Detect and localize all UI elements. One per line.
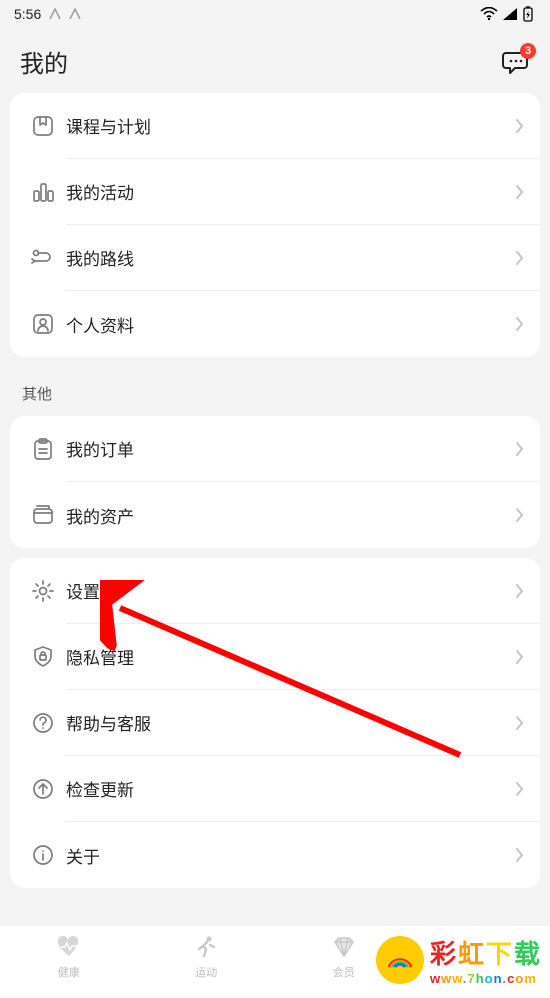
clipboard-icon <box>30 436 56 462</box>
page-header: 我的 3 <box>0 28 550 93</box>
menu-row-label: 我的路线 <box>66 245 134 270</box>
status-bar: 5:56 <box>0 0 550 28</box>
chevron-right-icon <box>515 583 524 599</box>
watermark-title: 彩虹下载 <box>430 934 542 971</box>
signal-icon <box>502 7 518 21</box>
lock-shield-icon <box>30 644 56 670</box>
status-app-icon <box>69 8 81 20</box>
menu-row-routes[interactable]: 我的路线 <box>10 225 540 291</box>
menu-row-label: 帮助与客服 <box>66 710 151 735</box>
menu-card-system: 设置 隐私管理 帮助与客服 检查更新 关于 <box>10 558 540 888</box>
menu-row-orders[interactable]: 我的订单 <box>10 416 540 482</box>
wallet-icon <box>30 502 56 528</box>
menu-row-help[interactable]: 帮助与客服 <box>10 690 540 756</box>
menu-row-about[interactable]: 关于 <box>10 822 540 888</box>
status-app-icon <box>49 8 61 20</box>
chevron-right-icon <box>515 441 524 457</box>
nav-label: 运动 <box>195 964 217 980</box>
menu-row-label: 检查更新 <box>66 776 134 801</box>
menu-row-label: 课程与计划 <box>66 113 151 138</box>
chevron-right-icon <box>515 649 524 665</box>
menu-row-label: 我的资产 <box>66 503 134 528</box>
menu-row-assets[interactable]: 我的资产 <box>10 482 540 548</box>
chevron-right-icon <box>515 847 524 863</box>
activity-icon <box>30 179 56 205</box>
chevron-right-icon <box>515 316 524 332</box>
chevron-right-icon <box>515 184 524 200</box>
runner-icon <box>193 934 219 960</box>
menu-row-privacy[interactable]: 隐私管理 <box>10 624 540 690</box>
watermark-url: www.7hon.com <box>430 971 542 986</box>
wifi-icon <box>480 7 498 21</box>
nav-label: 会员 <box>333 964 355 980</box>
nav-health[interactable]: 健康 <box>0 934 138 998</box>
battery-icon <box>522 6 534 22</box>
chevron-right-icon <box>515 118 524 134</box>
help-circle-icon <box>30 710 56 736</box>
nav-sport[interactable]: 运动 <box>138 934 276 998</box>
arrow-up-circle-icon <box>30 776 56 802</box>
menu-row-label: 设置 <box>66 578 100 603</box>
page-title: 我的 <box>20 44 68 79</box>
menu-row-update[interactable]: 检查更新 <box>10 756 540 822</box>
menu-row-profile[interactable]: 个人资料 <box>10 291 540 357</box>
chevron-right-icon <box>515 507 524 523</box>
menu-row-label: 隐私管理 <box>66 644 134 669</box>
diamond-icon <box>331 934 357 960</box>
menu-row-label: 关于 <box>66 843 100 868</box>
watermark-logo <box>376 936 424 984</box>
info-circle-icon <box>30 842 56 868</box>
watermark: 彩虹下载 www.7hon.com <box>376 934 542 986</box>
menu-row-label: 个人资料 <box>66 312 134 337</box>
chevron-right-icon <box>515 781 524 797</box>
heart-icon <box>56 934 82 960</box>
menu-row-courses[interactable]: 课程与计划 <box>10 93 540 159</box>
menu-row-activity[interactable]: 我的活动 <box>10 159 540 225</box>
menu-row-label: 我的活动 <box>66 179 134 204</box>
menu-card-primary: 课程与计划 我的活动 我的路线 个人资料 <box>10 93 540 357</box>
menu-row-label: 我的订单 <box>66 436 134 461</box>
profile-card-icon <box>30 311 56 337</box>
bookmark-card-icon <box>30 113 56 139</box>
chevron-right-icon <box>515 250 524 266</box>
messages-button[interactable]: 3 <box>502 49 530 75</box>
messages-badge: 3 <box>520 43 536 59</box>
menu-card-other: 我的订单 我的资产 <box>10 416 540 548</box>
gear-icon <box>30 578 56 604</box>
menu-row-settings[interactable]: 设置 <box>10 558 540 624</box>
chevron-right-icon <box>515 715 524 731</box>
status-time: 5:56 <box>14 6 41 22</box>
route-icon <box>30 245 56 271</box>
section-title-other: 其他 <box>0 367 550 416</box>
nav-label: 健康 <box>58 964 80 980</box>
